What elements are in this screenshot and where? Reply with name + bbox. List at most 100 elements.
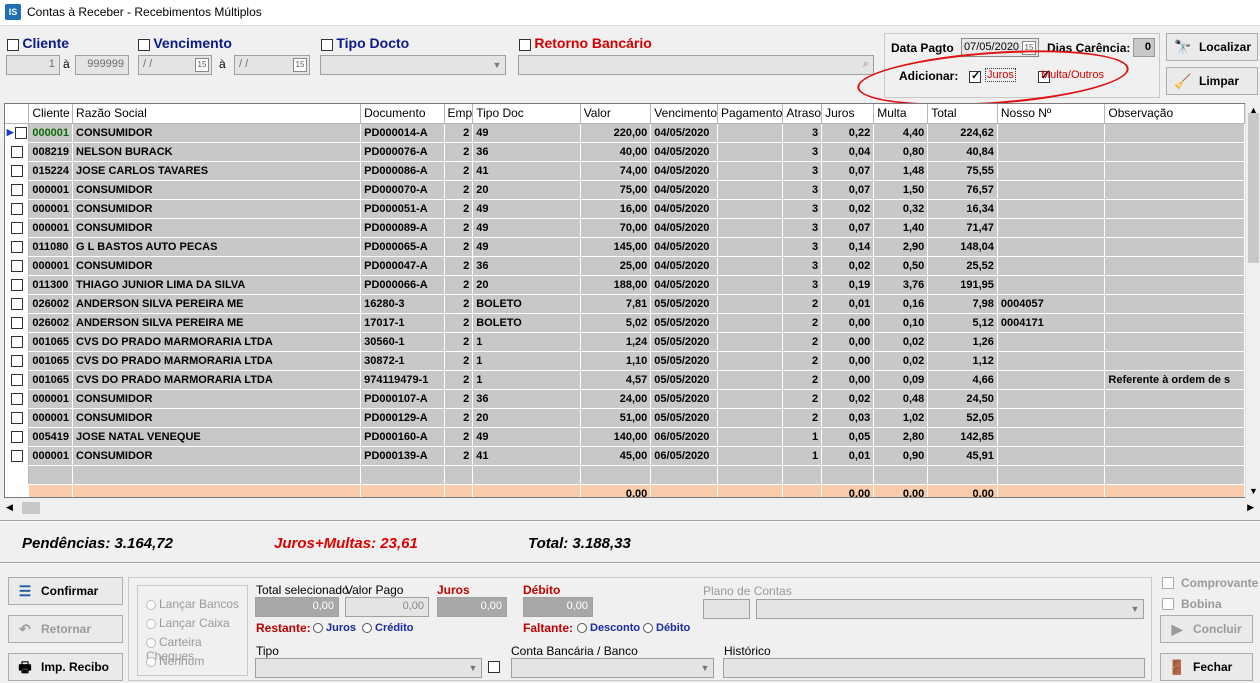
table-row[interactable]: 015224 JOSE CARLOS TAVARES PD000086-A 2 41 74… <box>5 161 1245 181</box>
row-checkbox[interactable] <box>10 392 23 405</box>
table-row[interactable]: 001065 CVS DO PRADO MARMORARIA LTDA 974119… <box>5 370 1245 390</box>
row-checkbox[interactable] <box>10 297 23 310</box>
table-row[interactable]: 011080 G L BASTOS AUTO PECAS PD000065-A 2 49… <box>5 237 1245 257</box>
scroll-left-icon[interactable]: ◀ <box>6 502 13 513</box>
row-checkbox[interactable] <box>10 164 23 177</box>
historico-field[interactable] <box>723 658 1145 678</box>
tipo-select[interactable]: ▼ <box>255 658 482 678</box>
row-checkbox[interactable] <box>10 354 23 367</box>
retorno-bancario-checkbox[interactable] <box>519 38 531 51</box>
row-checkbox[interactable] <box>10 221 23 234</box>
radio-icon[interactable] <box>146 656 156 667</box>
plano-contas-code-field[interactable] <box>703 599 750 619</box>
row-checkbox[interactable] <box>10 430 23 443</box>
retornar-button[interactable]: ↶ Retornar <box>8 615 123 643</box>
folder-open-icon[interactable]: ⌕ <box>863 58 869 71</box>
row-checkbox[interactable] <box>10 373 23 386</box>
calendar-icon[interactable]: 15 <box>195 58 209 72</box>
row-selector[interactable] <box>5 161 30 181</box>
column-header[interactable]: Juros <box>821 104 875 124</box>
table-row[interactable]: 000001 CONSUMIDOR PD000089-A 2 49 70,00 04/05/… <box>5 218 1245 238</box>
row-checkbox[interactable] <box>14 126 27 139</box>
scroll-right-icon[interactable]: ▶ <box>1247 502 1254 513</box>
table-row[interactable]: 026002 ANDERSON SILVA PEREIRA ME 17017-1 2 B… <box>5 313 1245 333</box>
table-row[interactable]: 001065 CVS DO PRADO MARMORARIA LTDA 30872-… <box>5 351 1245 371</box>
cliente-filter[interactable]: Cliente <box>7 35 69 51</box>
imp-recibo-button[interactable]: 🖶 Imp. Recibo <box>8 653 123 681</box>
vertical-scrollbar[interactable]: ▲ ▼ <box>1245 103 1260 498</box>
tipo-checkbox[interactable] <box>488 661 500 673</box>
column-header[interactable]: Cliente <box>28 104 74 124</box>
column-header[interactable]: Razão Social <box>72 104 362 124</box>
column-header[interactable]: Documento <box>360 104 445 124</box>
row-selector[interactable] <box>5 199 30 219</box>
row-checkbox[interactable] <box>10 316 23 329</box>
tipo-docto-filter[interactable]: Tipo Docto <box>321 35 409 51</box>
column-header[interactable]: Pagamento <box>717 104 784 124</box>
row-selector[interactable] <box>5 408 30 428</box>
restante-credito-option[interactable]: Crédito <box>362 622 414 634</box>
column-header[interactable]: Valor <box>580 104 652 124</box>
row-selector[interactable]: ▶ <box>5 123 30 143</box>
tipo-docto-checkbox[interactable] <box>321 38 333 51</box>
vencimento-checkbox[interactable] <box>138 38 150 51</box>
scroll-down-icon[interactable]: ▼ <box>1249 486 1258 496</box>
table-row[interactable]: 005419 JOSE NATAL VENEQUE PD000160-A 2 49 140… <box>5 427 1245 447</box>
row-checkbox[interactable] <box>10 259 23 272</box>
row-checkbox[interactable] <box>10 183 23 196</box>
faltante-debito-option[interactable]: Débito <box>643 622 690 634</box>
table-row[interactable]: 000001 CONSUMIDOR PD000051-A 2 49 16,00 04/05/… <box>5 199 1245 219</box>
dias-carencia-field[interactable]: 0 <box>1133 38 1155 57</box>
table-row[interactable]: 001065 CVS DO PRADO MARMORARIA LTDA 30560-… <box>5 332 1245 352</box>
column-header[interactable]: Atraso <box>782 104 823 124</box>
row-selector[interactable] <box>5 351 30 371</box>
total-selecionado-field[interactable]: 0,00 <box>255 597 339 617</box>
chevron-down-icon[interactable]: ▼ <box>465 659 481 677</box>
row-selector[interactable] <box>5 218 30 238</box>
table-row[interactable]: 000001 CONSUMIDOR PD000047-A 2 36 25,00 04/05/… <box>5 256 1245 276</box>
chevron-down-icon[interactable]: ▼ <box>1127 600 1143 618</box>
radio-icon[interactable] <box>146 599 156 610</box>
row-checkbox[interactable] <box>10 449 23 462</box>
column-header[interactable]: Observação <box>1104 104 1245 124</box>
plano-contas-select[interactable]: ▼ <box>756 599 1144 619</box>
vencimento-from-field[interactable]: / / 15 <box>138 55 212 75</box>
row-selector[interactable] <box>5 142 30 162</box>
vencimento-to-field[interactable]: / / 15 <box>234 55 310 75</box>
table-row[interactable]: 000001 CONSUMIDOR PD000139-A 2 41 45,00 06/05/… <box>5 446 1245 466</box>
conta-bancaria-select[interactable]: ▼ <box>511 658 714 678</box>
column-header[interactable]: Multa <box>873 104 929 124</box>
horizontal-scrollbar[interactable]: ◀ ▶ <box>4 500 1260 517</box>
faltante-desconto-option[interactable]: Desconto <box>577 622 640 634</box>
cliente-to-field[interactable]: 999999 <box>75 55 129 75</box>
bobina-checkbox[interactable] <box>1162 598 1174 610</box>
scroll-thumb[interactable] <box>1248 113 1259 263</box>
calendar-icon[interactable]: 15 <box>293 58 307 72</box>
row-checkbox[interactable] <box>10 335 23 348</box>
row-checkbox[interactable] <box>10 202 23 215</box>
radio-icon[interactable] <box>362 623 372 634</box>
fechar-button[interactable]: 🚪 Fechar <box>1160 653 1253 681</box>
row-checkbox[interactable] <box>10 278 23 291</box>
vencimento-filter[interactable]: Vencimento <box>138 35 232 51</box>
radio-icon[interactable] <box>313 623 323 634</box>
radio-icon[interactable] <box>146 618 156 629</box>
row-selector[interactable] <box>5 180 30 200</box>
table-row[interactable]: 000001 CONSUMIDOR PD000129-A 2 20 51,00 05/05/… <box>5 408 1245 428</box>
row-selector[interactable] <box>5 294 30 314</box>
scroll-thumb[interactable] <box>22 502 40 514</box>
confirmar-button[interactable]: ☰ Confirmar <box>8 577 123 605</box>
row-selector[interactable] <box>5 370 30 390</box>
radio-icon[interactable] <box>643 623 653 634</box>
column-header[interactable]: Emp <box>444 104 474 124</box>
table-row[interactable]: ▶ 000001 CONSUMIDOR PD000014-A 2 49 220,00 04/0… <box>5 123 1245 143</box>
table-row[interactable]: 026002 ANDERSON SILVA PEREIRA ME 16280-3 2 B… <box>5 294 1245 314</box>
table-row[interactable]: 011300 THIAGO JUNIOR LIMA DA SILVA PD00006… <box>5 275 1245 295</box>
radio-icon[interactable] <box>577 623 587 634</box>
row-selector[interactable] <box>5 446 30 466</box>
cliente-from-field[interactable]: 1 <box>6 55 60 75</box>
retorno-bancario-filter[interactable]: Retorno Bancário <box>519 35 652 51</box>
limpar-button[interactable]: 🧹 Limpar <box>1166 67 1258 95</box>
row-selector[interactable] <box>5 427 30 447</box>
localizar-button[interactable]: 🔭 Localizar <box>1166 33 1258 61</box>
